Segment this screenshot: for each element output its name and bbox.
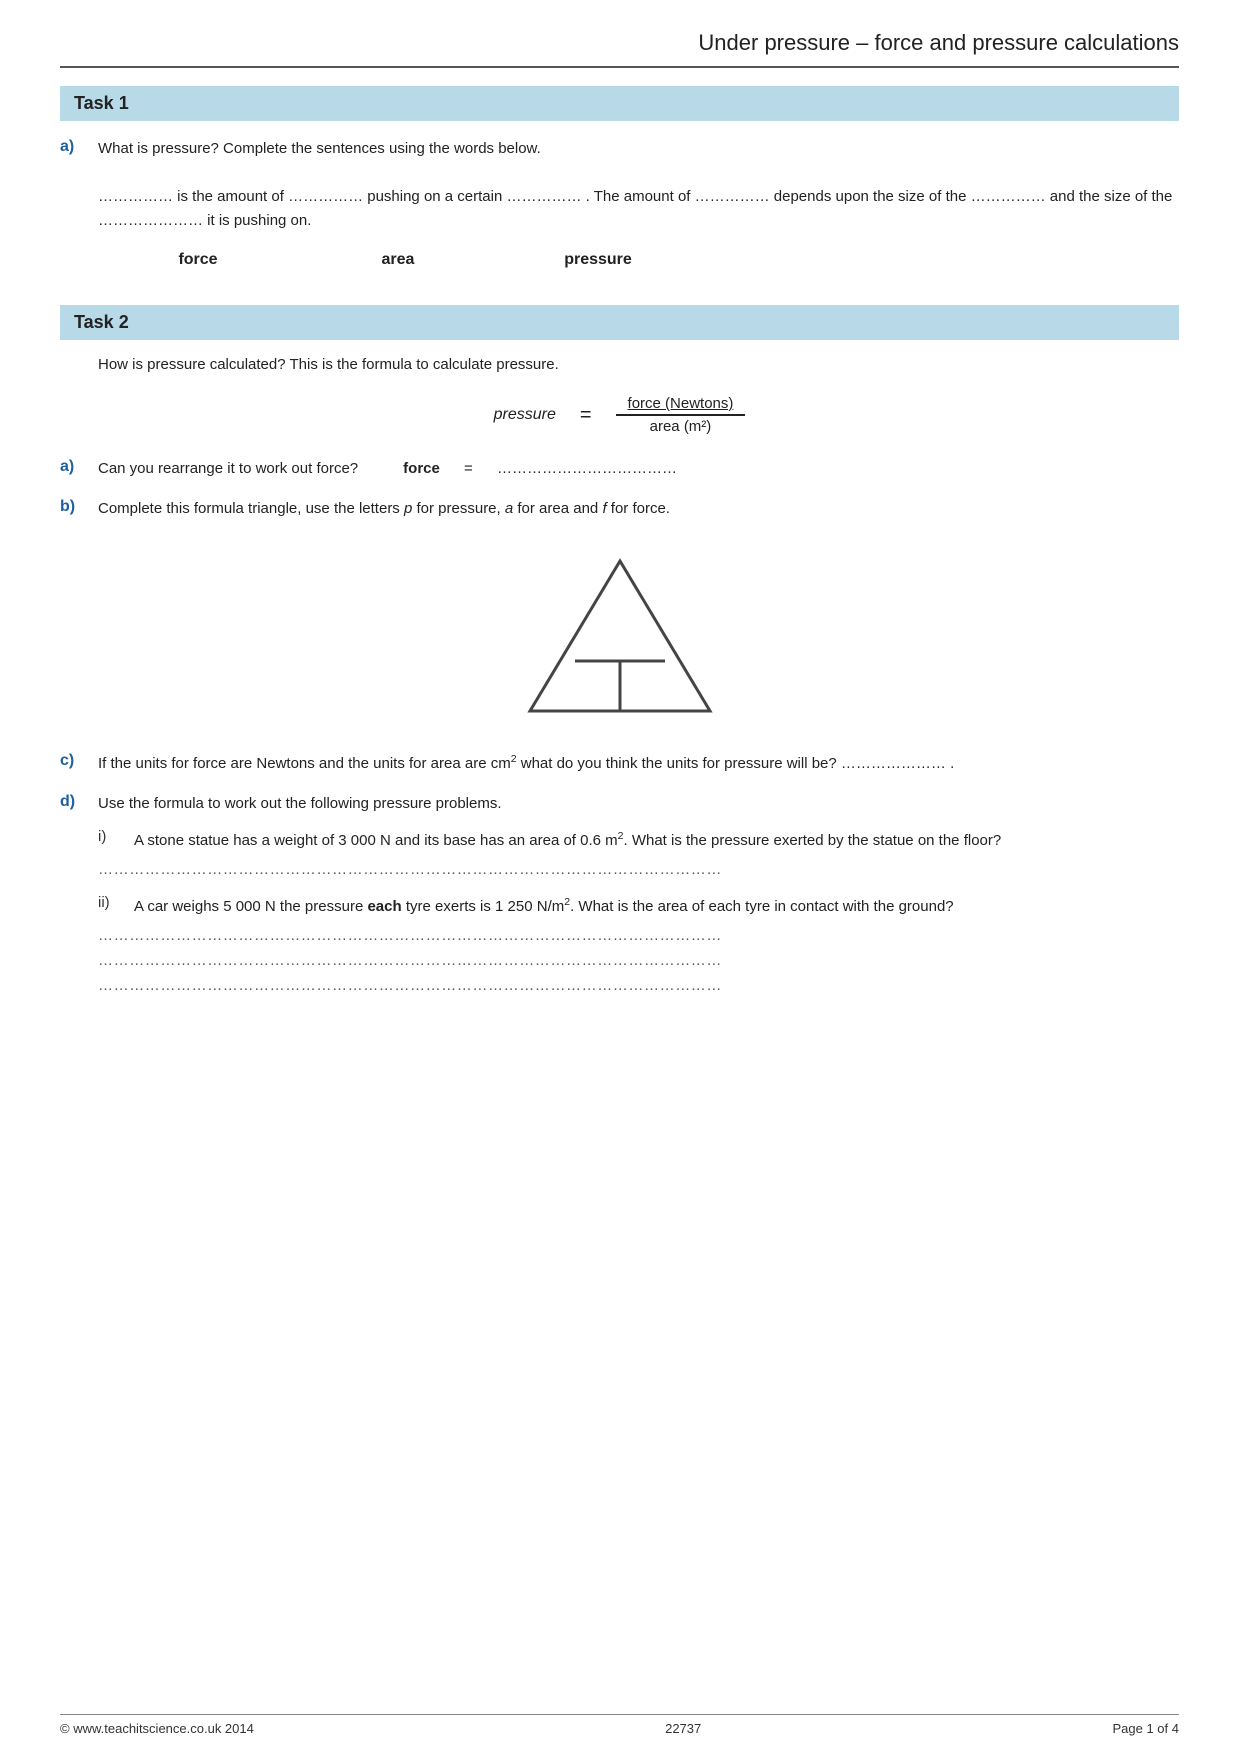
force-dots: ………………………………	[497, 457, 677, 481]
formula-row: pressure = force (Newtons) area (m²)	[60, 395, 1179, 435]
word-area: area	[298, 251, 498, 269]
task2-qa-instruction: Can you rearrange it to work out force?	[98, 457, 358, 481]
task2-qii-label: ii)	[98, 894, 134, 911]
task2-qii-dots3: …………………………………………………………………………………………………………	[98, 977, 1179, 994]
task2-qb-text: Complete this formula triangle, use the …	[98, 497, 1179, 521]
task2-qd-row: d) Use the formula to work out the follo…	[60, 792, 1179, 816]
task2-qc-label: c)	[60, 751, 98, 770]
task2-header: Task 2	[60, 305, 1179, 340]
task2-qa-text: Can you rearrange it to work out force? …	[98, 457, 1179, 481]
formula-equals: =	[580, 404, 592, 427]
task1-sentence: …………… is the amount of …………… pushing on …	[98, 188, 1172, 229]
task2-intro: How is pressure calculated? This is the …	[98, 356, 1179, 373]
formula-fraction: force (Newtons) area (m²)	[616, 395, 746, 435]
task2-qii-dots2: …………………………………………………………………………………………………………	[98, 952, 1179, 969]
task2-qd-text: Use the formula to work out the followin…	[98, 792, 1179, 816]
task2-qa-label: a)	[60, 457, 98, 476]
task2-qi-dots: …………………………………………………………………………………………………………	[98, 861, 1179, 878]
formula-numerator: force (Newtons)	[616, 395, 746, 416]
word-force: force	[98, 251, 298, 269]
equals-label: =	[464, 457, 473, 481]
task2-qb-row: b) Complete this formula triangle, use t…	[60, 497, 1179, 521]
footer-copyright: © www.teachitscience.co.uk 2014	[60, 1721, 254, 1736]
page: Under pressure – force and pressure calc…	[0, 0, 1239, 1754]
formula-denominator: area (m²)	[638, 416, 724, 435]
triangle-container	[60, 551, 1179, 721]
task1-qa-row: a) What is pressure? Complete the senten…	[60, 137, 1179, 233]
task2-qi-text: A stone statue has a weight of 3 000 N a…	[134, 828, 1179, 853]
task2-qi-row: i) A stone statue has a weight of 3 000 …	[98, 828, 1179, 853]
footer-page: Page 1 of 4	[1112, 1721, 1179, 1736]
task2-qii-text: A car weighs 5 000 N the pressure each t…	[134, 894, 1179, 919]
task2-qc-row: c) If the units for force are Newtons an…	[60, 751, 1179, 776]
task1-qa-instruction: What is pressure? Complete the sentences…	[98, 140, 541, 157]
task2-qb-label: b)	[60, 497, 98, 516]
task2-qi-label: i)	[98, 828, 134, 845]
force-label: force	[403, 457, 440, 481]
page-title: Under pressure – force and pressure calc…	[60, 30, 1179, 68]
task2-qii-dots1: …………………………………………………………………………………………………………	[98, 927, 1179, 944]
word-pressure: pressure	[498, 251, 698, 269]
task1-header: Task 1	[60, 86, 1179, 121]
task2-section: How is pressure calculated? This is the …	[60, 356, 1179, 994]
task1-words-row: force area pressure	[98, 251, 1179, 269]
task1-qa-text: What is pressure? Complete the sentences…	[98, 137, 1179, 233]
task2-qc-text: If the units for force are Newtons and t…	[98, 751, 1179, 776]
task2-qd-label: d)	[60, 792, 98, 811]
footer-code: 22737	[665, 1721, 701, 1736]
formula-left: pressure	[494, 406, 556, 424]
force-answer-row: Can you rearrange it to work out force? …	[98, 457, 1179, 481]
task2-qa-row: a) Can you rearrange it to work out forc…	[60, 457, 1179, 481]
task1-qa-label: a)	[60, 137, 98, 156]
task2-qii-bold: each	[367, 898, 401, 915]
task1-section: a) What is pressure? Complete the senten…	[60, 137, 1179, 269]
task2-qii-row: ii) A car weighs 5 000 N the pressure ea…	[98, 894, 1179, 919]
formula-triangle	[520, 551, 720, 721]
footer: © www.teachitscience.co.uk 2014 22737 Pa…	[60, 1714, 1179, 1736]
